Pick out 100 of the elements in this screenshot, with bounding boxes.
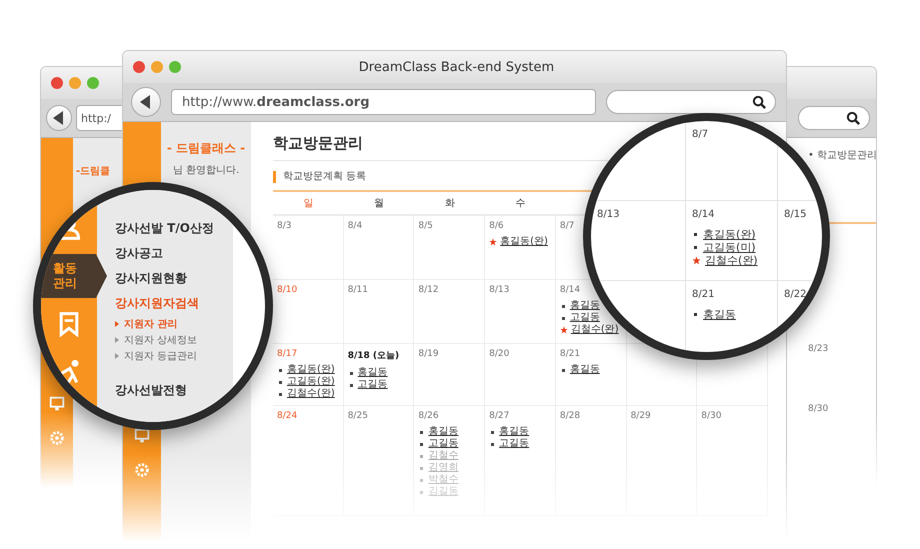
bullet-icon — [562, 304, 565, 308]
visit-link[interactable]: 고길동(미) — [703, 240, 756, 255]
calendar-date: 8/30 — [701, 411, 722, 421]
calendar-date: 8/25 — [348, 411, 368, 421]
visit-link[interactable]: 고길동 — [570, 312, 600, 324]
visit-link[interactable]: 고길동 — [499, 438, 530, 450]
bullet-icon — [279, 392, 282, 396]
url-field[interactable]: http:/ — [76, 105, 122, 131]
weekday-label: 월 — [374, 197, 384, 210]
calendar-date: 8/12 — [418, 285, 439, 295]
calendar-date: 8/7 — [560, 221, 574, 231]
calendar-date: 8/4 — [348, 221, 362, 231]
breadcrumb[interactable]: • 학교방문관리 — [808, 148, 876, 162]
bullet-icon — [694, 246, 697, 249]
search-field[interactable] — [798, 106, 870, 130]
bullet-icon — [562, 316, 565, 320]
calendar-date: 8/21 — [560, 349, 580, 359]
visit-link[interactable]: 김철수(완) — [705, 253, 758, 268]
page-title: 학교방문관리 — [273, 134, 363, 154]
calendar-date: 8/24 — [277, 411, 298, 421]
star-icon — [489, 238, 498, 246]
bullet-icon — [420, 466, 424, 470]
close-button[interactable] — [51, 77, 63, 89]
calendar-date: 8/23 — [808, 344, 828, 354]
visit-link[interactable]: 홍길동(완) — [703, 227, 756, 242]
bullet-icon — [694, 233, 697, 236]
visit-link[interactable]: 홍길동 — [358, 367, 388, 379]
back-button[interactable] — [46, 105, 72, 131]
calendar-date: 8/15 — [784, 209, 806, 220]
triangle-icon — [115, 353, 119, 359]
visit-link[interactable]: 홍길동 — [703, 307, 736, 322]
monitor-icon[interactable] — [133, 427, 151, 445]
calendar-date: 8/20 — [489, 349, 510, 359]
visit-link[interactable]: 고길동 — [358, 379, 388, 391]
section-heading: 학교방문계획 등록 — [273, 171, 366, 183]
calendar-date: 8/27 — [489, 411, 510, 421]
calendar-date: 8/14 — [560, 285, 580, 295]
bullet-icon — [491, 430, 494, 434]
weekday-label: 수 — [515, 197, 526, 210]
search-field[interactable] — [606, 90, 776, 114]
visit-link[interactable]: 고길동 — [428, 438, 458, 450]
triangle-icon — [115, 321, 119, 327]
calendar-date: 8/19 — [418, 349, 439, 359]
bullet-icon — [279, 368, 282, 372]
visit-link[interactable]: 홍길동 — [570, 364, 600, 376]
bullet-icon — [279, 380, 282, 384]
weekday-label: 일 — [303, 197, 314, 210]
calendar-date: 8/18 (오늘) — [348, 350, 400, 362]
menu-item[interactable]: 강사선발 T/O산정 — [115, 216, 214, 241]
menu-item[interactable]: 강사공고 — [115, 241, 163, 266]
visit-link[interactable]: 홍길동(완) — [500, 236, 548, 248]
calendar-date: 8/11 — [348, 285, 368, 295]
search-icon[interactable] — [752, 94, 767, 110]
menu-item[interactable]: 강사지원현황 — [115, 266, 187, 291]
visit-link[interactable]: 홍길동 — [499, 426, 530, 438]
calendar-date: 8/5 — [418, 221, 433, 231]
calendar-date: 8/6 — [489, 221, 504, 231]
submenu-item[interactable]: 지원자 등급관리 — [124, 349, 198, 363]
bullet-icon — [350, 384, 353, 386]
visit-link[interactable]: 김철수(완) — [287, 388, 335, 400]
calendar-date: 8/26 — [418, 411, 439, 421]
back-button[interactable] — [131, 87, 161, 117]
url-field[interactable]: http://www.dreamclass.org — [171, 89, 596, 115]
bullet-icon — [694, 313, 697, 316]
calendar-date: 8/10 — [277, 285, 298, 295]
bullet-icon — [562, 368, 565, 372]
search-icon[interactable] — [846, 110, 861, 126]
nav-tab[interactable]: 활동 관리 — [41, 254, 107, 298]
calendar-date: 8/29 — [630, 411, 651, 421]
submenu-item[interactable]: 지원자 상세정보 — [124, 333, 198, 347]
calendar-date: 8/14 — [692, 209, 714, 220]
visit-link[interactable]: 김철수(완) — [570, 324, 619, 336]
calendar-date: 8/13 — [489, 285, 510, 295]
calendar-date: 8/13 — [597, 209, 620, 220]
close-button[interactable] — [133, 61, 145, 73]
calendar-date: 8/22 — [784, 289, 806, 300]
calendar-date: 8/30 — [808, 404, 828, 414]
bullet-icon — [491, 442, 494, 446]
calendar-date: 8/21 — [692, 289, 714, 300]
calendar-date: 8/28 — [560, 411, 580, 421]
visit-link[interactable]: 홍길동 — [428, 426, 458, 438]
window-title: DreamClass Back-end System — [358, 60, 556, 74]
bullet-icon — [350, 372, 353, 374]
star-icon — [692, 256, 701, 265]
bullet-icon — [420, 442, 424, 446]
triangle-icon — [115, 337, 119, 343]
bullet-icon — [420, 430, 424, 434]
weekday-label: 화 — [444, 197, 455, 210]
bullet-icon — [420, 490, 424, 494]
calendar-date: 8/3 — [277, 221, 292, 231]
welcome-text: 님 환영합니다. — [173, 164, 240, 177]
calendar-date: 8/17 — [277, 349, 298, 359]
calendar-date: 8/7 — [692, 129, 708, 140]
bullet-icon — [420, 478, 424, 482]
visit-link[interactable]: 고길동(완) — [287, 376, 335, 388]
star-icon — [560, 326, 568, 334]
bullet-icon — [420, 454, 424, 458]
visit-link[interactable]: 홍길동 — [570, 300, 600, 312]
menu-item[interactable]: 강사선발전형 — [115, 378, 187, 403]
visit-link[interactable]: 홍길동(완) — [287, 364, 335, 376]
